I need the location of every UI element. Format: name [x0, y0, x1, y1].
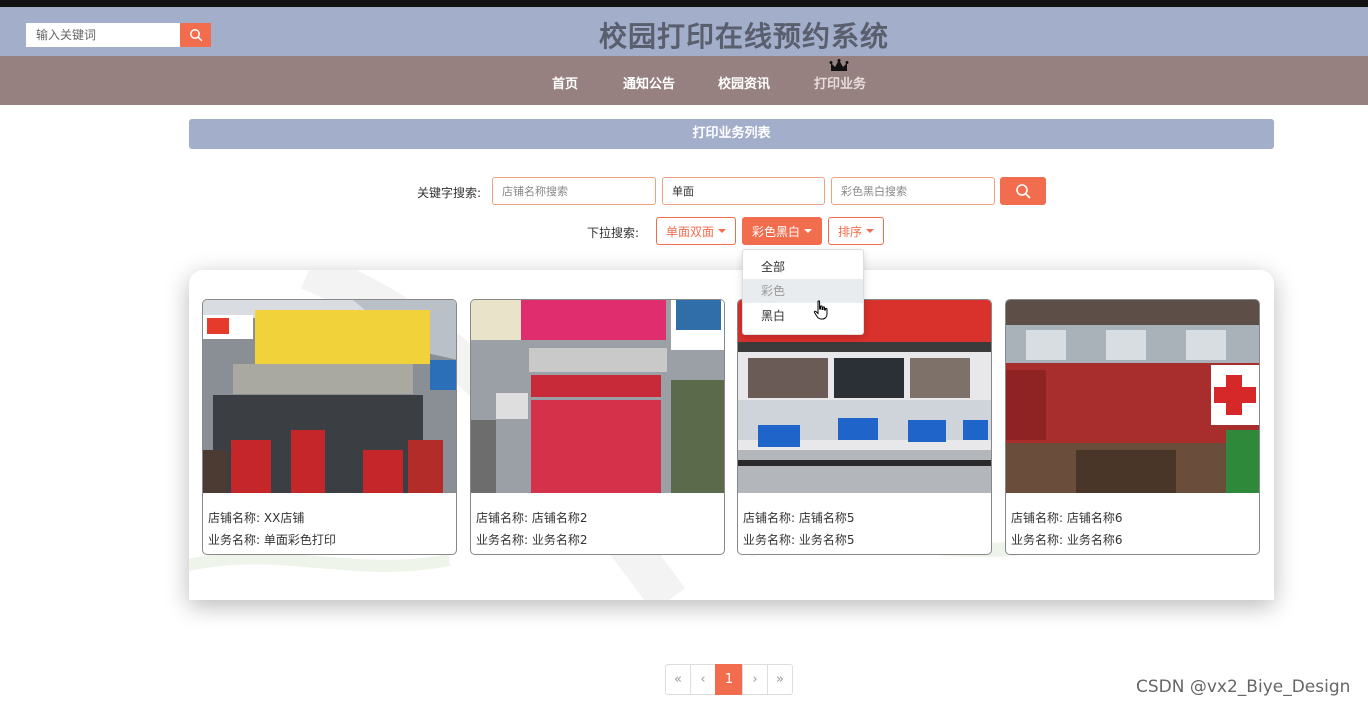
shop-name-value: XX店铺 [263, 511, 305, 525]
shop-name-label: 店铺名称: [1011, 511, 1064, 525]
business-card-2[interactable]: 店铺名称: 店铺名称2 业务名称: 业务名称2 [470, 299, 725, 555]
business-name-label: 业务名称: [476, 533, 529, 547]
business-name-line: 业务名称: 业务名称6 [1011, 531, 1123, 548]
shop-name-value: 店铺名称2 [531, 511, 588, 525]
page-prev-button[interactable]: ‹ [690, 664, 716, 695]
shop-name-line: 店铺名称: XX店铺 [208, 509, 304, 526]
shop-name-value: 店铺名称5 [798, 511, 855, 525]
search-icon [1016, 184, 1031, 199]
shop-name-line: 店铺名称: 店铺名称5 [743, 509, 855, 526]
section-title-bar: 打印业务列表 [189, 119, 1274, 149]
color-dropdown-menu: 全部 彩色 黑白 [742, 249, 864, 335]
business-card-4[interactable]: 店铺名称: 店铺名称6 业务名称: 业务名称6 [1005, 299, 1260, 555]
caret-down-icon [804, 229, 812, 233]
nav-item-campus-news[interactable]: 校园资讯 [718, 73, 770, 92]
color-option-all[interactable]: 全部 [743, 255, 863, 279]
site-title: 校园打印在线预约系统 [598, 20, 889, 53]
main-nav: 首页 通知公告 校园资讯 打印业务 [0, 56, 1368, 105]
business-name-value: 单面彩色打印 [263, 533, 336, 547]
business-name-line: 业务名称: 业务名称5 [743, 531, 855, 548]
sort-dropdown-label: 排序 [837, 224, 862, 239]
shop-name-line: 店铺名称: 店铺名称2 [476, 509, 588, 526]
crown-icon [829, 59, 849, 71]
shop-name-label: 店铺名称: [208, 511, 261, 525]
shop-name-search-input[interactable] [492, 177, 656, 205]
color-option-color[interactable]: 彩色 [743, 279, 863, 303]
page-current-button[interactable]: 1 [715, 664, 743, 695]
keyword-search-label: 关键字搜索: [417, 186, 482, 200]
business-name-value: 业务名称6 [1066, 533, 1123, 547]
nav-item-print-business[interactable]: 打印业务 [814, 73, 866, 92]
shop-name-line: 店铺名称: 店铺名称6 [1011, 509, 1123, 526]
color-option-black-white[interactable]: 黑白 [743, 304, 863, 328]
shop-photo [1006, 300, 1259, 493]
business-name-label: 业务名称: [1011, 533, 1064, 547]
nav-item-notices[interactable]: 通知公告 [623, 73, 675, 92]
sort-dropdown-button[interactable]: 排序 [828, 217, 884, 245]
hand-cursor-icon [813, 300, 828, 320]
page-last-button[interactable]: » [767, 664, 793, 695]
side-search-input[interactable] [662, 177, 825, 205]
page-first-button[interactable]: « [665, 664, 691, 695]
business-name-value: 业务名称5 [798, 533, 855, 547]
business-name-line: 业务名称: 业务名称2 [476, 531, 588, 548]
color-search-input[interactable] [831, 177, 995, 205]
color-dropdown-label: 彩色黑白 [751, 224, 800, 239]
side-dropdown-label: 单面双面 [665, 224, 714, 239]
filter-search-button[interactable] [1000, 177, 1046, 205]
business-name-label: 业务名称: [743, 533, 796, 547]
caret-down-icon [718, 229, 726, 233]
color-dropdown-button[interactable]: 彩色黑白 [742, 217, 822, 245]
business-name-label: 业务名称: [208, 533, 261, 547]
shop-name-label: 店铺名称: [476, 511, 529, 525]
shop-name-label: 店铺名称: [743, 511, 796, 525]
watermark: CSDN @vx2_Biye_Design [1136, 677, 1351, 697]
business-card-3[interactable]: 店铺名称: 店铺名称5 业务名称: 业务名称5 [737, 299, 992, 555]
business-name-value: 业务名称2 [531, 533, 588, 547]
caret-down-icon [866, 229, 874, 233]
site-header: 校园打印在线预约系统 [0, 7, 1368, 56]
shop-photo [471, 300, 724, 493]
business-card-1[interactable]: 店铺名称: XX店铺 业务名称: 单面彩色打印 [202, 299, 457, 555]
page-next-button[interactable]: › [742, 664, 768, 695]
window-top-strip [0, 0, 1368, 7]
business-name-line: 业务名称: 单面彩色打印 [208, 531, 336, 548]
nav-item-home[interactable]: 首页 [552, 73, 578, 92]
shop-name-value: 店铺名称6 [1066, 511, 1123, 525]
pagination: « ‹ 1 › » [665, 664, 793, 695]
shop-photo [203, 300, 456, 493]
side-dropdown-button[interactable]: 单面双面 [656, 217, 736, 245]
dropdown-search-label: 下拉搜索: [587, 226, 640, 240]
